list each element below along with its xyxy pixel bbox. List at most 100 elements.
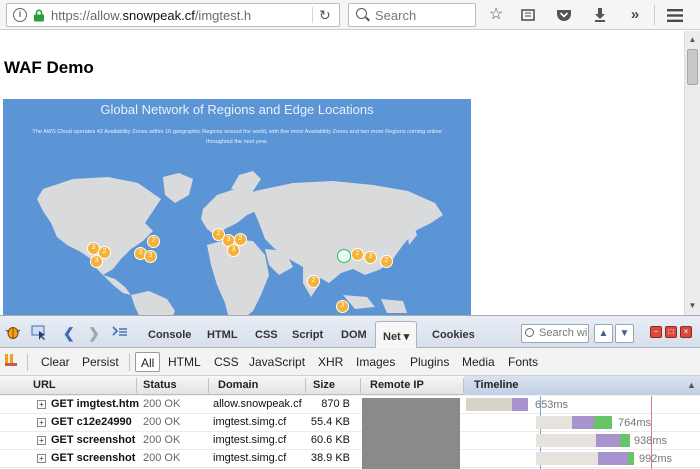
column-divider[interactable] bbox=[305, 378, 306, 393]
timeline-bar-blocked bbox=[536, 452, 598, 465]
reload-icon[interactable]: ↻ bbox=[319, 7, 331, 24]
timeline-bar-waiting bbox=[598, 452, 628, 465]
filter-plugins[interactable]: Plugins bbox=[410, 355, 449, 369]
timeline-bar-receiving bbox=[512, 398, 528, 411]
hamburger-menu-icon[interactable] bbox=[664, 4, 686, 26]
region-marker: 2 bbox=[147, 235, 160, 248]
column-status[interactable]: Status bbox=[143, 379, 177, 391]
minimize-firebug-icon[interactable]: − bbox=[650, 326, 662, 338]
request-url[interactable]: GET screenshot bbox=[51, 452, 139, 464]
command-line-icon[interactable] bbox=[112, 325, 128, 341]
request-domain: imgtest.simg.cf bbox=[213, 416, 287, 428]
browser-toolbar: i https://allow.snowpeak.cf/imgtest.h ↻ … bbox=[0, 0, 700, 30]
expand-row-icon[interactable]: + bbox=[37, 454, 46, 463]
timeline-bar-blocked bbox=[536, 434, 596, 447]
bookmark-star-icon[interactable]: ☆ bbox=[485, 4, 507, 26]
request-url[interactable]: GET imgtest.htm bbox=[51, 398, 139, 410]
back-arrow-icon[interactable]: ❮ bbox=[63, 325, 75, 342]
expand-row-icon[interactable]: + bbox=[37, 400, 46, 409]
address-bar[interactable]: i https://allow.snowpeak.cf/imgtest.h ↻ bbox=[6, 3, 340, 27]
timeline-bar-receiving bbox=[628, 452, 634, 465]
inspect-element-icon[interactable] bbox=[31, 325, 48, 344]
scroll-up-arrow-icon[interactable]: ▲ bbox=[685, 33, 700, 47]
timeline-bar-blocked bbox=[536, 416, 572, 429]
expand-row-icon[interactable]: + bbox=[37, 436, 46, 445]
column-divider[interactable] bbox=[208, 378, 209, 393]
close-firebug-icon[interactable]: × bbox=[680, 326, 692, 338]
tab-css[interactable]: CSS bbox=[255, 329, 278, 341]
filter-divider bbox=[129, 354, 130, 371]
tab-net[interactable]: Net ▾ bbox=[375, 321, 418, 348]
overflow-chevron-icon[interactable]: » bbox=[624, 4, 646, 26]
request-time: 992ms bbox=[639, 453, 673, 465]
request-domain: imgtest.simg.cf bbox=[213, 452, 287, 464]
request-size: 55.4 KB bbox=[310, 416, 350, 428]
clear-button[interactable]: Clear bbox=[41, 355, 70, 369]
net-request-list: + GET imgtest.htm 200 OK allow.snowpeak.… bbox=[0, 396, 700, 469]
tab-cookies[interactable]: Cookies bbox=[432, 329, 475, 341]
request-time: 938ms bbox=[634, 435, 668, 447]
region-marker: 3 bbox=[90, 255, 103, 268]
scroll-thumb[interactable] bbox=[687, 49, 698, 85]
filter-images[interactable]: Images bbox=[356, 355, 395, 369]
timeline-bar-receiving bbox=[620, 434, 630, 447]
expand-row-icon[interactable]: + bbox=[37, 418, 46, 427]
filter-all[interactable]: All bbox=[135, 352, 161, 372]
column-divider[interactable] bbox=[136, 378, 137, 393]
column-domain[interactable]: Domain bbox=[218, 379, 258, 391]
request-url[interactable]: GET c12e24990 bbox=[51, 416, 139, 428]
tab-console[interactable]: Console bbox=[148, 329, 191, 341]
request-status: 200 OK bbox=[143, 452, 181, 464]
search-next-icon[interactable]: ▼ bbox=[615, 324, 634, 343]
filter-javascript[interactable]: JavaScript bbox=[249, 355, 305, 369]
column-divider[interactable] bbox=[463, 378, 464, 393]
region-marker: 3 bbox=[336, 300, 349, 313]
firebug-search-placeholder: Search wi bbox=[539, 327, 588, 339]
page-scrollbar[interactable]: ▲ ▼ bbox=[684, 31, 700, 315]
sort-ascending-icon[interactable]: ▲ bbox=[687, 380, 696, 390]
url-text[interactable]: https://allow.snowpeak.cf/imgtest.h bbox=[51, 8, 251, 23]
region-marker: 3 bbox=[364, 251, 377, 264]
tab-script[interactable]: Script bbox=[292, 329, 323, 341]
download-icon[interactable] bbox=[589, 4, 611, 26]
request-size: 60.6 KB bbox=[310, 434, 350, 446]
column-url[interactable]: URL bbox=[33, 379, 56, 391]
search-bar[interactable]: Search bbox=[348, 3, 476, 27]
net-table-header: URL Status Domain Size Remote IP Timelin… bbox=[0, 376, 700, 395]
timeline-bar-waiting bbox=[596, 434, 620, 447]
column-remote-ip[interactable]: Remote IP bbox=[370, 379, 424, 391]
filter-css[interactable]: CSS bbox=[214, 355, 239, 369]
filter-xhr[interactable]: XHR bbox=[318, 355, 343, 369]
request-url[interactable]: GET screenshot bbox=[51, 434, 139, 446]
firebug-search-input[interactable]: Search wi bbox=[521, 324, 589, 343]
column-divider[interactable] bbox=[360, 378, 361, 393]
firebug-bug-icon[interactable] bbox=[5, 325, 21, 342]
remote-ip-redacted bbox=[362, 398, 460, 469]
request-status: 200 OK bbox=[143, 416, 181, 428]
firebug-panel: ❮ ❯ Console HTML CSS Script DOM Net ▾ Co… bbox=[0, 315, 700, 469]
pocket-icon[interactable] bbox=[553, 4, 575, 26]
column-size[interactable]: Size bbox=[313, 379, 335, 391]
persist-button[interactable]: Persist bbox=[82, 355, 119, 369]
region-marker: 2 bbox=[380, 255, 393, 268]
filter-media[interactable]: Media bbox=[462, 355, 495, 369]
detach-firebug-icon[interactable]: □ bbox=[665, 326, 677, 338]
search-placeholder: Search bbox=[375, 8, 417, 23]
filter-divider bbox=[27, 354, 28, 371]
filter-html[interactable]: HTML bbox=[168, 355, 201, 369]
tab-html[interactable]: HTML bbox=[207, 329, 238, 341]
region-marker: 3 bbox=[227, 244, 240, 257]
toolbar-divider bbox=[654, 5, 655, 25]
forward-arrow-icon[interactable]: ❯ bbox=[88, 325, 100, 342]
column-timeline[interactable]: Timeline bbox=[474, 379, 518, 391]
net-panel-menu-icon[interactable] bbox=[4, 353, 18, 370]
request-status: 200 OK bbox=[143, 398, 181, 410]
info-icon[interactable]: i bbox=[13, 8, 27, 22]
tab-dom[interactable]: DOM bbox=[341, 329, 367, 341]
filter-fonts[interactable]: Fonts bbox=[508, 355, 538, 369]
address-divider bbox=[312, 7, 313, 23]
request-size: 38.9 KB bbox=[310, 452, 350, 464]
scroll-down-arrow-icon[interactable]: ▼ bbox=[685, 299, 700, 313]
reading-list-icon[interactable] bbox=[517, 4, 539, 26]
search-previous-icon[interactable]: ▲ bbox=[594, 324, 613, 343]
